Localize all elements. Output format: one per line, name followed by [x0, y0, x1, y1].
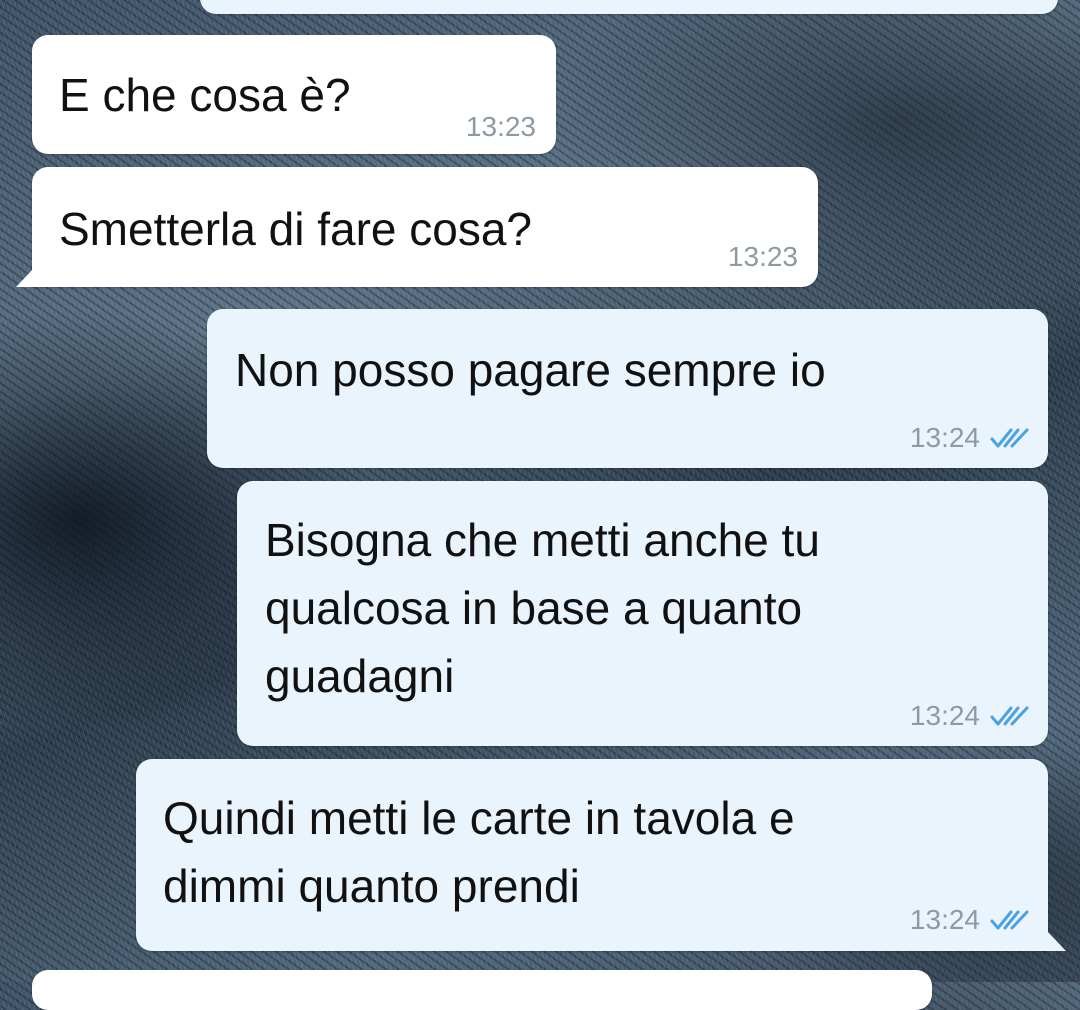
- message-bubble-partial-top[interactable]: [200, 0, 1058, 14]
- message-time: 13:24: [909, 904, 980, 935]
- message-bubble-incoming[interactable]: Smetterla di fare cosa? 13:23: [32, 167, 818, 287]
- message-time: 13:23: [465, 111, 536, 142]
- message-meta: 13:24: [910, 904, 1030, 936]
- double-check-icon: [990, 428, 1029, 448]
- message-bubble-incoming[interactable]: E che cosa è? 13:23: [32, 35, 556, 154]
- message-bubble-outgoing[interactable]: Quindi metti le carte in tavola e dimmi …: [136, 759, 1048, 951]
- message-text: Smetterla di fare cosa?: [59, 203, 533, 255]
- message-meta: 13:24: [910, 422, 1030, 454]
- bubble-tail: [16, 268, 34, 287]
- message-text: E che cosa è?: [59, 69, 351, 121]
- message-text: Bisogna che metti anche tu qualcosa in b…: [265, 514, 820, 702]
- message-time: 13:24: [909, 422, 980, 453]
- bubble-tail: [1048, 932, 1066, 951]
- message-bubble-outgoing[interactable]: Bisogna che metti anche tu qualcosa in b…: [237, 481, 1048, 746]
- message-text: Quindi metti le carte in tavola e dimmi …: [163, 792, 795, 912]
- message-bubble-outgoing[interactable]: Non posso pagare sempre io 13:24: [207, 309, 1048, 468]
- double-check-icon: [990, 910, 1029, 930]
- message-meta: 13:23: [728, 241, 798, 273]
- message-meta: 13:24: [910, 700, 1030, 732]
- message-time: 13:23: [727, 241, 798, 272]
- double-check-icon: [990, 706, 1029, 726]
- message-bubble-partial-bottom[interactable]: [32, 970, 932, 1010]
- message-time: 13:24: [909, 700, 980, 731]
- message-text: Non posso pagare sempre io: [235, 344, 826, 396]
- message-meta: 13:23: [466, 111, 536, 143]
